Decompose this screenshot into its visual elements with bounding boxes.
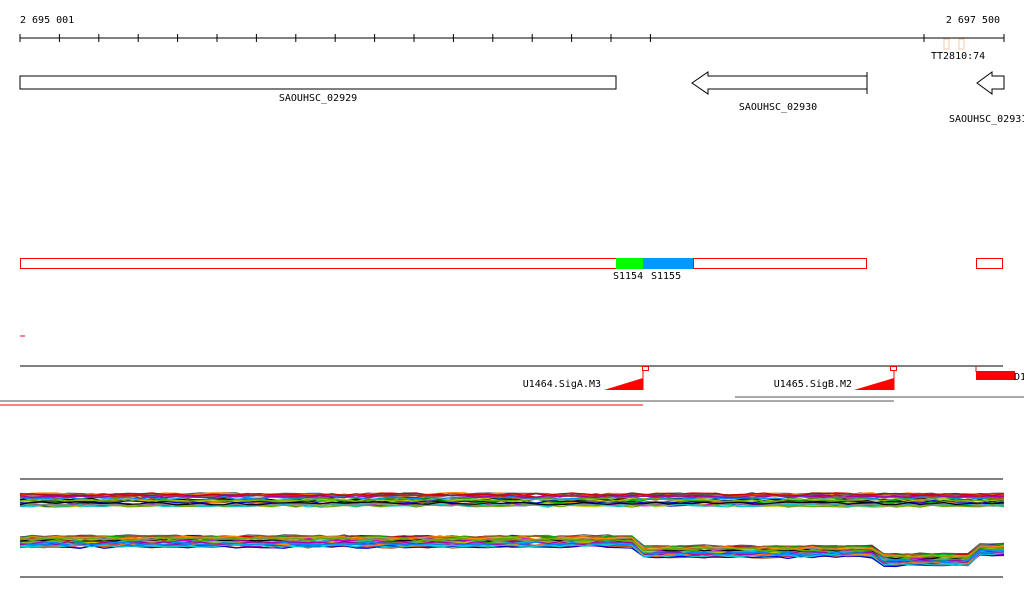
terminator-mark[interactable] xyxy=(958,38,965,50)
gene-SAOUHSC_02930[interactable] xyxy=(691,71,868,95)
segment-track: S1154 S1155 xyxy=(20,258,1003,337)
promoter-track: U1464.SigA.M3 U1465.SigB.M2 D1 xyxy=(0,365,1024,406)
promoter-SigA[interactable] xyxy=(604,378,643,390)
segment-label: S1155 xyxy=(651,271,681,282)
gene-label: SAOUHSC_02929 xyxy=(279,93,357,104)
gene-SAOUHSC_02931[interactable] xyxy=(976,71,1005,95)
segment-label: S1154 xyxy=(613,271,643,282)
promoter-label: U1464.SigA.M3 xyxy=(523,379,601,390)
gene-SAOUHSC_02929[interactable] xyxy=(19,75,617,90)
expression-track xyxy=(19,478,1005,578)
gene-label: SAOUHSC_02931 xyxy=(949,114,1024,125)
genome-browser-canvas[interactable]: 2 695 001 2 697 500 TT2810:74 SAOUHSC_02… xyxy=(0,0,1024,611)
promoter-D1[interactable] xyxy=(976,371,1015,380)
coordinate-ruler: 2 695 001 2 697 500 TT2810:74 xyxy=(19,15,1005,62)
segment-S1155[interactable] xyxy=(643,258,693,269)
promoter-label: U1465.SigB.M2 xyxy=(774,379,852,390)
ruler-end-label: 2 697 500 xyxy=(946,15,1000,26)
promoter-SigB[interactable] xyxy=(854,378,894,390)
promoter-label: D1 xyxy=(1014,372,1024,383)
terminator-mark[interactable] xyxy=(943,38,950,50)
gene-label: SAOUHSC_02930 xyxy=(739,102,817,113)
segment-box[interactable] xyxy=(976,258,1003,269)
ruler-start-label: 2 695 001 xyxy=(20,15,74,26)
expression-profiles xyxy=(19,491,1005,568)
segment-S1154[interactable] xyxy=(616,258,643,269)
terminator-label: TT2810:74 xyxy=(931,51,985,62)
segment-box[interactable] xyxy=(693,258,867,269)
segment-box[interactable] xyxy=(20,258,617,269)
gene-track: SAOUHSC_02929 SAOUHSC_02930 SAOUHSC_0293… xyxy=(19,71,1024,125)
